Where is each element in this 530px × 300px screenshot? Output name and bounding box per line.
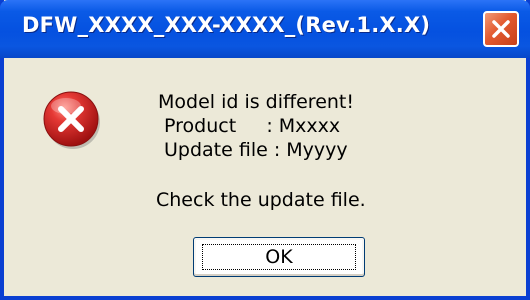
window-title: DFW_XXXX_XXX-XXXX_(Rev.1.X.X) (22, 13, 431, 37)
error-icon (43, 91, 100, 149)
error-dialog: DFW_XXXX_XXX-XXXX_(Rev.1.X.X) Model id i… (0, 0, 530, 300)
instruction-text: Check the update file. (156, 189, 366, 211)
ok-button[interactable]: OK (193, 237, 365, 277)
close-icon (492, 20, 510, 38)
message-line-product: Product : Mxxxx (164, 115, 341, 137)
error-message: Model id is different! Product : Mxxxx U… (152, 90, 354, 162)
title-bar[interactable]: DFW_XXXX_XXX-XXXX_(Rev.1.X.X) (0, 0, 530, 58)
message-line-update-file: Update file : Myyyy (164, 139, 348, 161)
message-line-model: Model id is different! (158, 91, 354, 113)
close-button[interactable] (483, 11, 519, 47)
ok-button-label: OK (265, 246, 293, 268)
